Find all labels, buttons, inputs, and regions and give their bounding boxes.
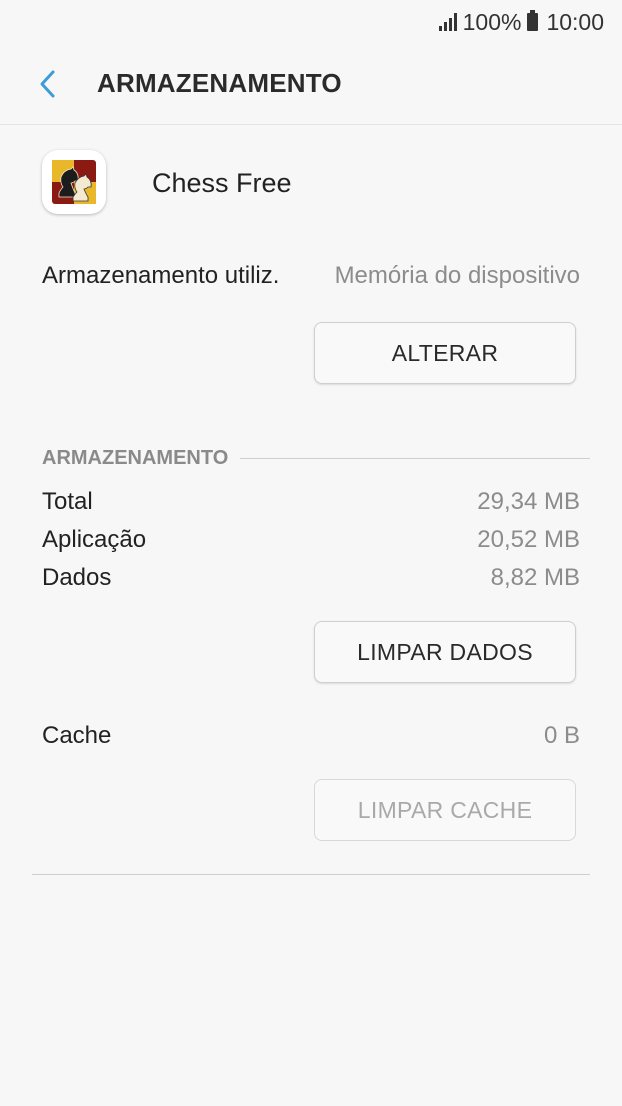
cache-label: Cache: [42, 722, 112, 749]
storage-section-header: ARMAZENAMENTO: [42, 446, 590, 470]
section-divider: [240, 457, 590, 459]
section-header-label: ARMAZENAMENTO: [42, 446, 229, 469]
clock: 10:00: [546, 8, 604, 35]
app-info-row: Chess Free: [42, 150, 622, 216]
stat-value: 29,34 MB: [477, 488, 580, 515]
storage-row-total: Total 29,34 MB: [42, 488, 580, 516]
stat-label: Total: [42, 488, 93, 515]
bottom-divider: [32, 874, 590, 875]
app-icon: [42, 150, 106, 214]
signal-icon: [437, 13, 457, 31]
storage-used-value: Memória do dispositivo: [334, 262, 580, 289]
status-bar: 100% 10:00: [0, 0, 622, 44]
chevron-left-icon: [40, 70, 55, 98]
clear-cache-button[interactable]: LIMPAR CACHE: [314, 779, 576, 841]
storage-row-application: Aplicação 20,52 MB: [42, 526, 580, 554]
app-name: Chess Free: [152, 168, 292, 198]
app-bar: ARMAZENAMENTO: [0, 44, 622, 125]
page-title: ARMAZENAMENTO: [97, 68, 342, 98]
chess-knight-icon: [52, 160, 96, 204]
stat-value: 8,82 MB: [490, 564, 580, 591]
storage-used-label: Armazenamento utiliz.: [42, 262, 280, 289]
clear-data-button[interactable]: LIMPAR DADOS: [314, 621, 576, 683]
stat-value: 20,52 MB: [477, 526, 580, 553]
storage-row-data: Dados 8,82 MB: [42, 564, 580, 592]
stat-label: Aplicação: [42, 526, 147, 553]
battery-percentage: 100%: [462, 8, 522, 35]
cache-row: Cache 0 B: [42, 722, 580, 750]
storage-used-row: Armazenamento utiliz. Memória do disposi…: [42, 262, 580, 290]
cache-value: 0 B: [543, 722, 580, 749]
change-storage-button[interactable]: ALTERAR: [314, 322, 576, 384]
stat-label: Dados: [42, 564, 112, 591]
battery-icon: [527, 10, 539, 31]
back-button[interactable]: [28, 64, 68, 104]
